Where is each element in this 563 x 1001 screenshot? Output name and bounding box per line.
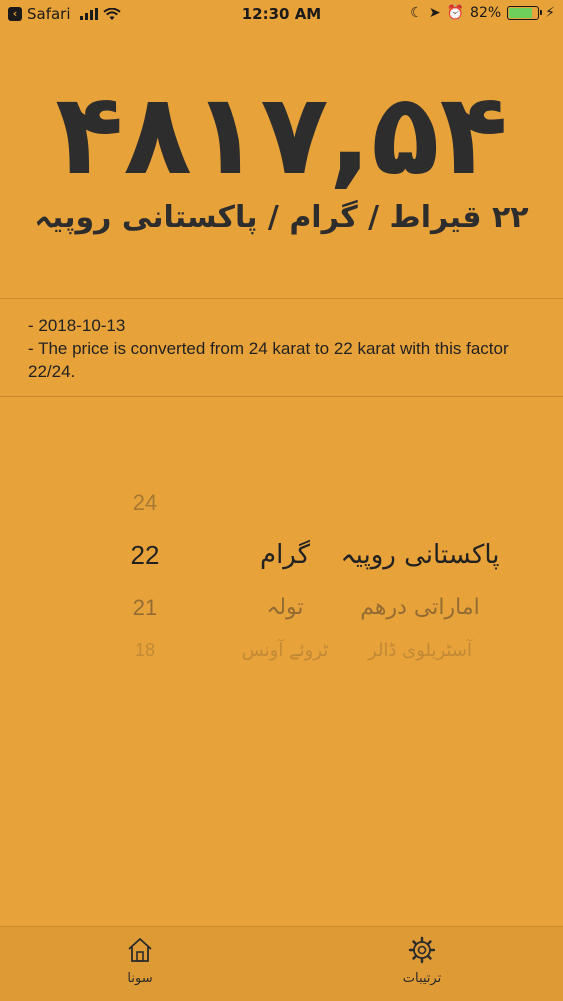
divider-top (0, 298, 563, 299)
currency-option-selected[interactable]: پاکستانی روپیہ (340, 540, 500, 570)
status-bar: ‹ Safari 12:30 AM ☾ ➤ ⏰ 82% ⚡ (0, 0, 563, 30)
selection-picker[interactable]: 24 22 21 18 گرام تولہ ٹروئے آونس پاکستان… (0, 480, 563, 680)
battery-icon (507, 6, 543, 20)
alarm-icon: ⏰ (446, 5, 465, 21)
location-icon: ➤ (428, 5, 441, 21)
note-conversion: - The price is converted from 24 karat t… (28, 339, 509, 381)
karat-option[interactable]: 21 (100, 595, 190, 621)
status-right: ☾ ➤ ⏰ 82% ⚡ (410, 5, 555, 21)
moon-icon: ☾ (410, 5, 423, 21)
unit-option[interactable]: تولہ (210, 595, 360, 620)
battery-percent: 82% (470, 5, 502, 21)
tab-settings[interactable]: ترتیبات (362, 935, 482, 986)
unit-option-selected[interactable]: گرام (210, 540, 360, 570)
karat-option-selected[interactable]: 22 (100, 540, 190, 571)
gear-icon (408, 936, 436, 964)
tab-gold[interactable]: سونا (80, 935, 200, 986)
note-date: - 2018-10-13 (28, 316, 126, 335)
karat-option[interactable]: 18 (100, 640, 190, 661)
currency-option[interactable]: آسٹریلوی ڈالر (340, 640, 500, 661)
unit-option[interactable]: ٹروئے آونس (210, 640, 360, 661)
currency-option[interactable]: اماراتی درھم (340, 595, 500, 620)
price-value: ۴۸۱۷,۵۴ (55, 70, 508, 200)
divider-bottom (0, 396, 563, 397)
karat-option[interactable]: 24 (100, 490, 190, 516)
tab-gold-label[interactable]: سونا (80, 971, 200, 986)
charging-icon: ⚡ (545, 5, 555, 21)
price-notes: - 2018-10-13 - The price is converted fr… (28, 314, 528, 383)
home-icon (128, 938, 152, 962)
price-subtitle: ۲۲ قیراط / گرام / پاکستانی روپیہ (34, 200, 529, 235)
tab-bar: سونا ترتیبات (0, 926, 563, 1001)
tab-settings-label[interactable]: ترتیبات (362, 971, 482, 986)
